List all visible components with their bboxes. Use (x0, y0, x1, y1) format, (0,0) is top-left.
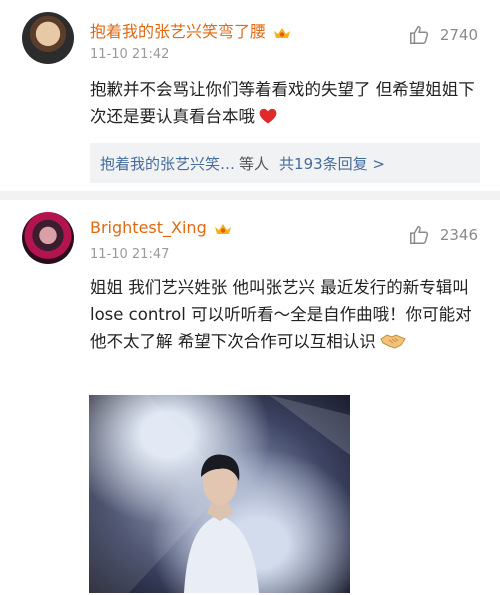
comment-item: 抱着我的张艺兴笑弯了腰 11-10 21:42 2740 抱歉并不会骂让你们等着… (0, 0, 500, 191)
thumbs-up-icon (409, 226, 428, 244)
timestamp: 11-10 21:42 (90, 47, 170, 62)
person-photo (89, 395, 350, 593)
comment-text: 姐姐 我们艺兴姓张 他叫张艺兴 最近发行的新专辑叫lose control 可以… (90, 274, 485, 355)
vip-crown-icon (274, 27, 291, 38)
reply-names[interactable]: 抱着我的张艺兴笑… (100, 153, 235, 174)
reply-count-link[interactable]: 共193条回复 > (279, 153, 385, 174)
username[interactable]: Brightest_Xing (90, 218, 233, 237)
avatar[interactable] (22, 212, 74, 264)
like-button[interactable]: 2346 (408, 224, 478, 246)
like-button[interactable]: 2740 (408, 24, 478, 46)
avatar[interactable] (22, 12, 74, 64)
divider (0, 191, 500, 200)
username[interactable]: 抱着我的张艺兴笑弯了腰 (90, 18, 292, 42)
timestamp: 11-10 21:47 (90, 247, 170, 262)
comment-body: 姐姐 我们艺兴姓张 他叫张艺兴 最近发行的新专辑叫lose control 可以… (90, 278, 472, 351)
like-count: 2740 (439, 26, 478, 44)
comment-text: 抱歉并不会骂让你们等着看戏的失望了 但希望姐姐下次还是要认真看台本哦 (90, 76, 485, 130)
comment-body: 抱歉并不会骂让你们等着看戏的失望了 但希望姐姐下次还是要认真看台本哦 (90, 80, 475, 126)
reply-suffix: 等人 (239, 154, 270, 173)
attached-photo[interactable] (89, 395, 350, 593)
like-count: 2346 (439, 226, 478, 244)
heart-icon (259, 108, 277, 124)
comment-item: Brightest_Xing 11-10 21:47 2346 姐姐 我们艺兴姓… (0, 200, 500, 595)
handshake-icon (380, 334, 406, 349)
username-text[interactable]: Brightest_Xing (90, 218, 207, 237)
reply-summary[interactable]: 抱着我的张艺兴笑… 等人 共193条回复 > (90, 143, 480, 183)
username-text[interactable]: 抱着我的张艺兴笑弯了腰 (90, 22, 266, 41)
vip-crown-icon (214, 223, 231, 234)
thumbs-up-icon (409, 26, 428, 44)
